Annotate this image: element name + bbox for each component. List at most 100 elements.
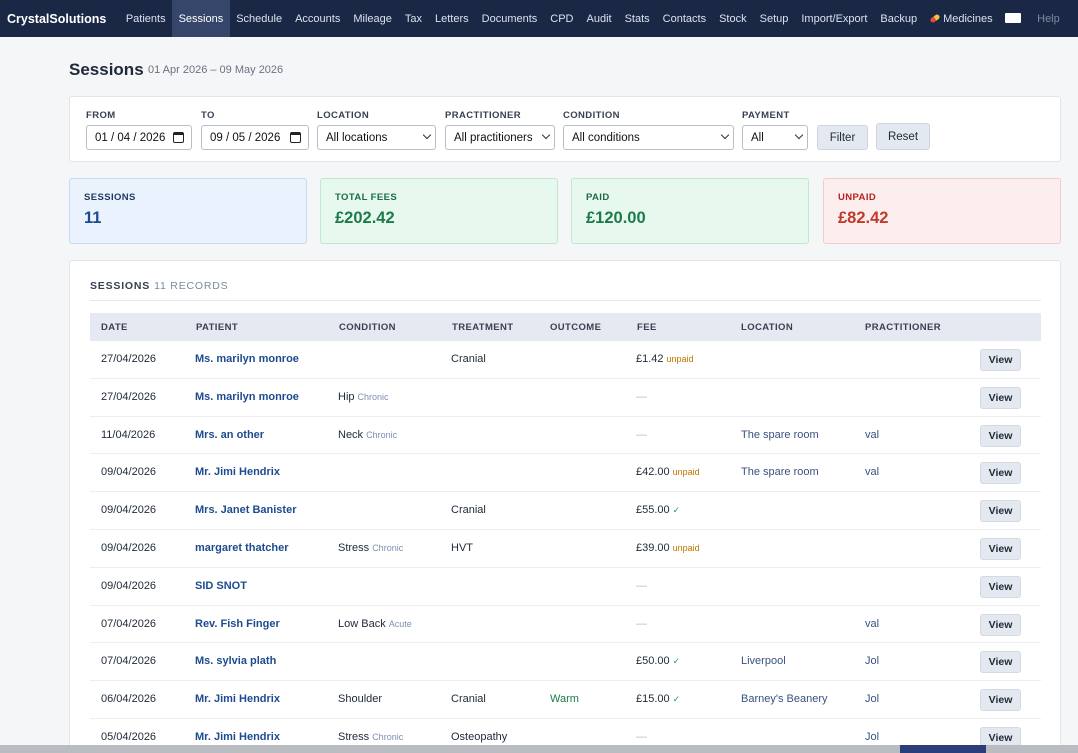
- stat-value: £202.42: [335, 209, 395, 227]
- fee-amount: —: [636, 617, 647, 630]
- nav-item-patients[interactable]: Patients: [119, 0, 172, 37]
- patient-link[interactable]: Mr. Jimi Hendrix: [195, 731, 280, 743]
- condition-tag: Acute: [388, 618, 412, 629]
- nav-item-stats[interactable]: Stats: [618, 0, 656, 37]
- reset-button[interactable]: Reset: [876, 123, 930, 150]
- stat-label: SESSIONS: [84, 192, 136, 203]
- nav-item-import-export[interactable]: Import/Export: [795, 0, 874, 37]
- practitioner-select[interactable]: All practitioners: [445, 125, 555, 150]
- patient-link[interactable]: Mrs. Janet Banister: [195, 504, 296, 516]
- nav-item-backup[interactable]: Backup: [874, 0, 924, 37]
- paid-check-icon: ✓: [672, 656, 681, 667]
- fee-cell: —: [636, 618, 647, 630]
- patient-link[interactable]: Rev. Fish Finger: [195, 618, 280, 630]
- patient-link[interactable]: Mr. Jimi Hendrix: [195, 693, 280, 705]
- sessions-panel: SESSIONS 11 RECORDS DATE PATIENT CONDITIO…: [69, 260, 1061, 753]
- sessions-heading: SESSIONS 11 RECORDS: [90, 280, 228, 292]
- nav-help-link[interactable]: Help: [1031, 0, 1060, 37]
- col-practitioner[interactable]: PRACTITIONER: [865, 322, 941, 333]
- session-date: 09/04/2026: [101, 466, 157, 479]
- col-condition[interactable]: CONDITION: [339, 322, 396, 333]
- treatment-cell: Cranial: [451, 693, 486, 706]
- view-button[interactable]: View: [980, 575, 1021, 598]
- patient-link[interactable]: margaret thatcher: [195, 542, 289, 554]
- nav-item-documents[interactable]: Documents: [475, 0, 544, 37]
- col-treatment[interactable]: TREATMENT: [452, 322, 513, 333]
- practitioner-cell: Jol: [865, 730, 880, 743]
- fee-cell: £15.00 ✓: [636, 693, 680, 705]
- filter-button[interactable]: Filter: [817, 125, 868, 150]
- treatment-cell: Cranial: [451, 353, 486, 365]
- col-location[interactable]: LOCATION: [741, 322, 793, 333]
- from-date-input[interactable]: 01 / 04 / 2026: [86, 125, 192, 150]
- calendar-icon[interactable]: [290, 132, 301, 143]
- table-row: 07/04/2026 Ms. sylvia plath £50.00 ✓ Liverpo…: [90, 643, 1041, 682]
- practitioner-cell: val: [865, 428, 880, 441]
- payment-select[interactable]: All: [742, 125, 808, 150]
- page-title: Sessions: [69, 60, 144, 79]
- nav-item-medicines[interactable]: Medicines: [924, 0, 1000, 37]
- table-row: 27/04/2026 Ms. marilyn monroe Hip Chronic — V…: [90, 379, 1041, 417]
- nav-item-label: Documents: [481, 12, 538, 25]
- fee-amount: —: [636, 730, 647, 743]
- col-outcome[interactable]: OUTCOME: [550, 322, 601, 333]
- window-icon[interactable]: [1005, 13, 1022, 23]
- divider: [90, 300, 1041, 301]
- view-button[interactable]: View: [980, 613, 1021, 636]
- view-button[interactable]: View: [980, 424, 1021, 447]
- session-date: 27/04/2026: [101, 353, 157, 365]
- to-date-input[interactable]: 09 / 05 / 2026: [201, 125, 309, 150]
- location-cell: The spare room: [741, 466, 819, 479]
- view-button[interactable]: View: [980, 651, 1021, 674]
- nav-item-label: Tax: [404, 12, 422, 25]
- condition-select[interactable]: All conditions: [563, 125, 734, 150]
- view-button[interactable]: View: [980, 500, 1021, 523]
- nav-item-audit[interactable]: Audit: [580, 0, 618, 37]
- view-button[interactable]: View: [980, 537, 1021, 560]
- view-button[interactable]: View: [980, 462, 1021, 485]
- fee-amount: £50.00: [636, 655, 670, 668]
- practitioner-label: PRACTITIONER: [445, 110, 522, 121]
- fee-cell: £50.00 ✓: [636, 655, 680, 667]
- stat-label: UNPAID: [838, 192, 877, 203]
- view-button[interactable]: View: [980, 349, 1021, 371]
- patient-link[interactable]: Ms. sylvia plath: [195, 655, 276, 667]
- calendar-icon[interactable]: [173, 132, 184, 143]
- fee-cell: —: [636, 429, 647, 441]
- col-date[interactable]: DATE: [101, 322, 128, 333]
- col-fee[interactable]: FEE: [637, 322, 657, 333]
- patient-link[interactable]: Mrs. an other: [195, 429, 264, 441]
- view-button[interactable]: View: [980, 386, 1021, 409]
- chevron-down-icon: [720, 130, 730, 140]
- nav-item-label: Mileage: [353, 12, 392, 25]
- patient-link[interactable]: SID SNOT: [195, 580, 247, 592]
- patient-link[interactable]: Ms. marilyn monroe: [195, 353, 299, 365]
- fee-cell: —: [636, 391, 647, 403]
- nav-item-cpd[interactable]: CPD: [544, 0, 580, 37]
- nav-item-mileage[interactable]: Mileage: [347, 0, 399, 37]
- stat-label: TOTAL FEES: [335, 192, 398, 203]
- patient-link[interactable]: Mr. Jimi Hendrix: [195, 466, 280, 478]
- practitioner-select-value: All practitioners: [454, 131, 533, 144]
- nav-item-schedule[interactable]: Schedule: [230, 0, 289, 37]
- nav-item-label: Audit: [586, 12, 612, 25]
- nav-item-setup[interactable]: Setup: [753, 0, 795, 37]
- nav-item-stock[interactable]: Stock: [713, 0, 754, 37]
- col-patient[interactable]: PATIENT: [196, 322, 238, 333]
- fee-cell: £42.00 unpaid: [636, 466, 700, 478]
- stat-card-unpaid: UNPAID £82.42: [823, 178, 1061, 244]
- location-select[interactable]: All locations: [317, 125, 436, 150]
- nav-item-accounts[interactable]: Accounts: [289, 0, 347, 37]
- brand-logo[interactable]: CrystalSolutions: [0, 0, 113, 37]
- condition-tag: Chronic: [372, 731, 404, 742]
- nav-item-sessions[interactable]: Sessions: [172, 0, 230, 37]
- location-cell: Barney's Beanery: [741, 693, 828, 706]
- nav-item-label: Medicines: [943, 12, 993, 25]
- nav-item-letters[interactable]: Letters: [429, 0, 476, 37]
- condition-tag: Chronic: [366, 429, 398, 440]
- nav-item-label: Stats: [624, 12, 650, 25]
- view-button[interactable]: View: [980, 689, 1021, 712]
- nav-item-tax[interactable]: Tax: [398, 0, 428, 37]
- patient-link[interactable]: Ms. marilyn monroe: [195, 391, 299, 403]
- nav-item-contacts[interactable]: Contacts: [656, 0, 712, 37]
